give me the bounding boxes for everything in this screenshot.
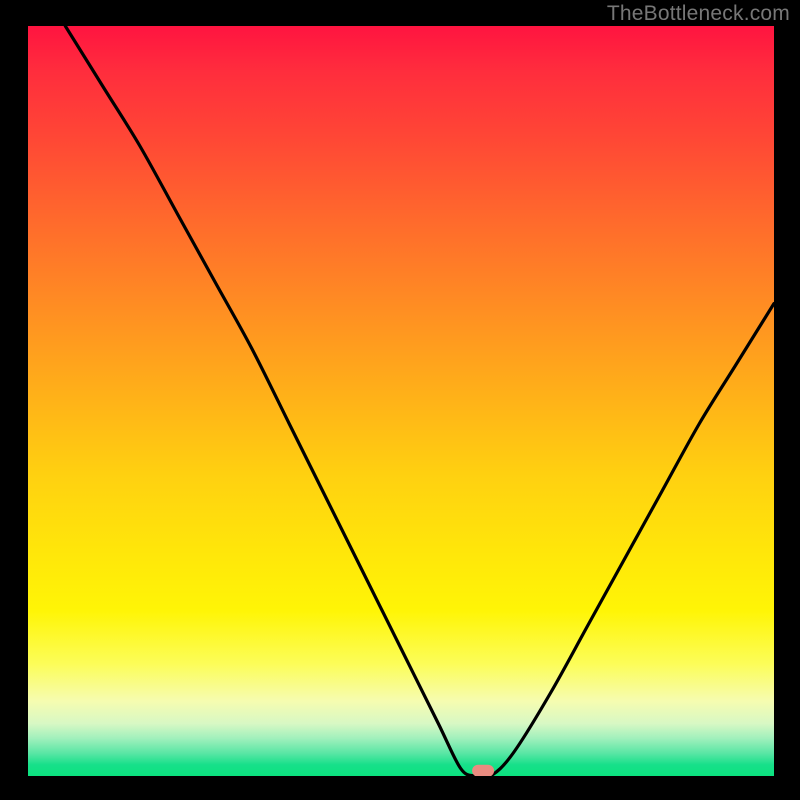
optimal-marker: [472, 765, 494, 776]
plot-area: [28, 26, 774, 776]
chart-frame: TheBottleneck.com: [0, 0, 800, 800]
watermark-text: TheBottleneck.com: [607, 2, 790, 26]
bottleneck-curve: [28, 26, 774, 776]
